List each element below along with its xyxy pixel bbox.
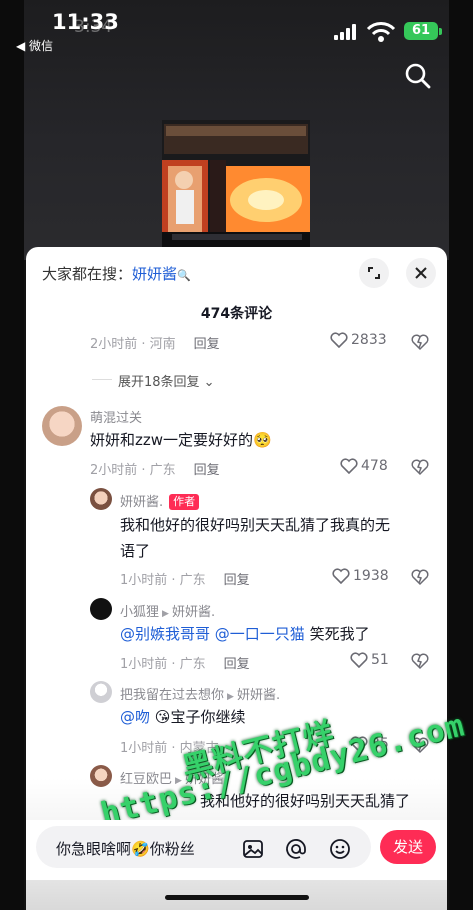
concert-stage-image <box>162 120 310 248</box>
comment-count: 474条评论 <box>200 306 273 322</box>
mention-icon[interactable] <box>285 838 307 860</box>
left-edge <box>0 0 24 910</box>
reply-text: @别嫉我哥哥 @一口一只猫 笑死我了 <box>120 621 370 647</box>
heart-icon <box>350 652 368 668</box>
kiss-emoji: 😘 <box>154 708 171 726</box>
comment-time-location: 2小时前 · 河南 <box>90 337 176 352</box>
dislike-icon[interactable] <box>411 568 429 586</box>
input-value: 你急眼啥啊🤣你粉丝 <box>56 838 195 859</box>
signal-icon <box>334 24 356 40</box>
comment-input[interactable]: 你急眼啥啊🤣你粉丝 <box>36 826 371 868</box>
avatar[interactable] <box>90 598 112 620</box>
fullscreen-comments-button[interactable] <box>359 258 389 288</box>
reply-body: 笑死我了 <box>309 625 370 643</box>
suggest-prefix: 大家都在搜： <box>42 265 133 283</box>
expand-replies-label: 展开18条回复 <box>118 375 200 390</box>
reply-username[interactable]: 小狐狸 ▶ 妍妍酱. <box>120 601 215 620</box>
like-button[interactable]: 478 <box>340 458 388 474</box>
reply-username[interactable]: 把我留在过去想你 ▶ 妍妍酱. <box>120 684 280 703</box>
reply-body: 宝子你继续 <box>170 708 246 726</box>
heart-icon <box>340 458 358 474</box>
like-count: 2833 <box>351 332 387 348</box>
avatar[interactable] <box>42 406 82 446</box>
comment-username[interactable]: 萌混过关 <box>90 407 142 426</box>
search-suggestion[interactable]: 大家都在搜：妍妍酱🔍 <box>42 263 191 284</box>
like-count: 51 <box>371 652 389 668</box>
username-text: 把我留在过去想你 <box>120 688 225 703</box>
reply-text: @吻 😘宝子你继续 <box>120 704 245 730</box>
suggest-keyword[interactable]: 妍妍酱 <box>132 265 177 283</box>
reply-button[interactable]: 回复 <box>224 657 250 672</box>
comment-sheet: 大家都在搜：妍妍酱🔍 474条评论 2小时前 · 河南 回复 2833 展开18条… <box>26 247 447 910</box>
battery-icon: 61 <box>404 22 438 40</box>
reply-to-user: 妍妍酱. <box>171 605 216 620</box>
comment-text: 妍妍和zzw一定要好好的🥺 <box>90 427 272 453</box>
home-indicator[interactable] <box>165 895 309 900</box>
search-icon[interactable] <box>404 62 432 90</box>
heart-icon <box>332 568 350 584</box>
dislike-icon[interactable] <box>411 458 429 476</box>
reply-time-location: 1小时前 · 广东 <box>120 573 206 588</box>
laugh-cry-emoji: 🤣 <box>131 840 150 858</box>
reply-button[interactable]: 回复 <box>224 573 250 588</box>
expand-replies-button[interactable]: 展开18条回复 ⌄ <box>118 371 215 390</box>
comment-time-location: 2小时前 · 广东 <box>90 463 176 478</box>
reply-meta: 1小时前 · 广东 回复 <box>120 653 250 672</box>
reply-button[interactable]: 回复 <box>194 337 220 352</box>
reply-time-location: 1小时前 · 广东 <box>120 657 206 672</box>
send-button[interactable]: 发送 <box>380 830 436 864</box>
reply-text-line-1: 我和他好的很好吗别天天乱猜了我真的无 <box>120 516 391 534</box>
heart-icon <box>330 332 348 348</box>
reply-meta: 1小时前 · 广东 回复 <box>120 569 250 588</box>
close-comments-button[interactable] <box>406 258 436 288</box>
comment-meta: 2小时前 · 河南 回复 <box>90 333 220 352</box>
reply-username[interactable]: 妍妍酱. 作者 <box>120 491 200 510</box>
image-icon[interactable] <box>242 838 264 860</box>
wifi-icon <box>366 22 396 42</box>
author-avatar[interactable] <box>90 488 112 510</box>
reply-arrow-icon: ▶ <box>227 692 234 702</box>
input-text-part2: 你粉丝 <box>149 840 195 858</box>
expand-divider <box>92 379 112 380</box>
close-icon <box>415 267 427 279</box>
input-text-part1: 你急眼啥啊 <box>56 840 132 858</box>
username-text: 妍妍酱. <box>120 495 164 510</box>
mention[interactable]: @吻 <box>120 708 150 726</box>
reply-text-line-2: 语了 <box>120 542 151 560</box>
avatar[interactable] <box>90 765 112 787</box>
emoji-icon[interactable] <box>329 838 351 860</box>
small-search-icon: 🔍 <box>177 269 191 282</box>
battery-tip <box>439 28 442 35</box>
like-count: 478 <box>361 458 388 474</box>
like-button[interactable]: 51 <box>350 652 389 668</box>
status-time: 11:33 <box>52 10 119 34</box>
back-to-wechat[interactable]: ◀ 微信 <box>16 37 53 54</box>
comment-input-bar: 你急眼啥啊🤣你粉丝 发送 <box>26 820 447 880</box>
status-bar: 3:34 11:33 ◀ 微信 61 <box>0 0 473 56</box>
pleading-emoji: 🥺 <box>253 431 272 449</box>
chevron-down-icon: ⌄ <box>199 375 215 390</box>
like-button[interactable]: 2833 <box>330 332 387 348</box>
avatar[interactable] <box>90 681 112 703</box>
dislike-icon[interactable] <box>411 652 429 670</box>
like-count: 1938 <box>353 568 389 584</box>
author-tag: 作者 <box>169 494 200 510</box>
username-text: 小狐狸 <box>120 605 160 620</box>
right-edge <box>449 0 473 910</box>
comment-meta: 2小时前 · 广东 回复 <box>90 459 220 478</box>
reply-arrow-icon: ▶ <box>162 609 169 619</box>
mention[interactable]: @一口一只猫 <box>215 625 305 643</box>
dislike-icon[interactable] <box>411 333 429 351</box>
mention[interactable]: @别嫉我哥哥 <box>120 625 210 643</box>
reply-to-user: 妍妍酱. <box>236 688 281 703</box>
reply-button[interactable]: 回复 <box>194 463 220 478</box>
like-button[interactable]: 1938 <box>332 568 389 584</box>
comment-body: 妍妍和zzw一定要好好的 <box>90 431 254 449</box>
expand-icon <box>368 267 380 279</box>
